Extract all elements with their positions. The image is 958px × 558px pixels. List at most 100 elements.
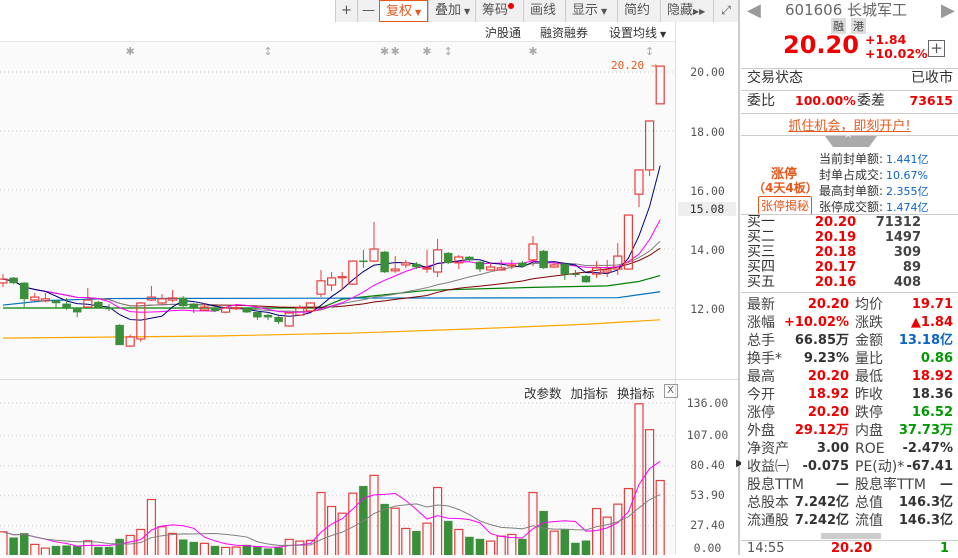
ma-orange-line <box>2 319 661 339</box>
volume-bar <box>613 503 623 555</box>
display-dropdown[interactable]: 显示 ▼ <box>565 0 617 22</box>
price-change-pct: +10.02% <box>865 46 928 61</box>
bid-row[interactable]: 买四 20.17 89 <box>747 260 953 276</box>
hgt-button[interactable]: 沪股通 <box>485 24 521 41</box>
stat-label: 股息TTM <box>747 477 804 493</box>
zoom-in-button[interactable]: + <box>335 0 357 22</box>
kline-svg: ✱ ↕ ✱ ✱ ✱ ↕ ✱ ↕ <box>0 45 675 555</box>
wb-label: 委比 <box>747 93 775 109</box>
stock-code-name: 601606 长城军工 <box>785 1 908 19</box>
prev-stock-icon[interactable]: ◀ <box>747 0 761 21</box>
stat-label: 换手* <box>747 351 782 367</box>
stat-value: 20.20 <box>807 405 849 420</box>
tick-price: 20.20 <box>831 541 873 556</box>
volume-bar <box>231 546 241 555</box>
close-icon[interactable]: X <box>663 384 678 398</box>
divider <box>741 90 958 91</box>
volume-bar <box>644 429 655 555</box>
stat-value: +10.02% <box>783 315 849 330</box>
bid-row[interactable]: 买一 20.20 71312 <box>747 215 953 231</box>
volume-bar <box>549 530 559 555</box>
limit-up-stat: 最高封单额: 2.355亿 <box>819 182 929 199</box>
fullscreen-icon[interactable]: ⤢ <box>713 0 738 22</box>
candle-down <box>189 303 199 309</box>
chips-button[interactable]: 筹码 <box>475 0 523 22</box>
zoom-out-button[interactable]: — <box>357 0 379 22</box>
bid-row[interactable]: 买三 20.18 309 <box>747 245 953 261</box>
stat-row: 今开 18.92 昨收 18.36 <box>747 386 953 404</box>
add-watchlist-icon[interactable]: + <box>928 40 945 57</box>
open-account-link[interactable]: 抓住机会，即刻开户! <box>741 115 958 134</box>
last-price-annotation: 20.20 → <box>611 59 657 72</box>
limit-up-stat-value: 1.441亿 <box>886 153 929 166</box>
stat-label: 涨停 <box>747 405 775 421</box>
stat-label: 总手 <box>747 333 775 349</box>
draw-button[interactable]: 画线 <box>523 0 565 22</box>
stat-label: 昨收 <box>855 387 883 403</box>
overlay-dropdown[interactable]: 叠加 ▼ <box>428 0 475 22</box>
volume-bar <box>295 540 305 555</box>
wc-label: 委差 <box>857 93 885 109</box>
volume-bar <box>210 545 220 555</box>
candle-down <box>571 273 580 276</box>
event-split-icon: ↕ <box>645 45 654 58</box>
quote-panel: ◀ 601606 长城军工 ▶ 融 港 20.20 +1.84 +10.02% … <box>741 0 958 556</box>
candle-up <box>507 264 517 267</box>
bid-volume: 71312 <box>875 215 921 230</box>
hide-button[interactable]: 隐藏▶▶ <box>660 0 713 22</box>
set-ma-dropdown[interactable]: 设置均线 ▼ <box>609 24 666 41</box>
limit-up-secret-button[interactable]: 张停揭秘 <box>758 196 813 215</box>
stat-row: 涨停 20.20 跌停 16.52 <box>747 404 953 422</box>
volume-bar <box>486 540 496 555</box>
bid-row[interactable]: 买二 20.19 1497 <box>747 230 953 246</box>
margin-trading-button[interactable]: 融资融券 <box>540 24 588 41</box>
candle-up <box>348 260 358 285</box>
volume-bar <box>443 520 453 555</box>
simple-button[interactable]: 简约 <box>617 0 660 22</box>
expand-handle[interactable] <box>821 533 881 539</box>
volume-bar <box>454 528 464 555</box>
candle-down <box>62 303 71 308</box>
volume-panel-header: 改参数 加指标 换指标 X <box>524 383 678 402</box>
add-indicator-button[interactable]: 加指标 <box>571 383 609 402</box>
stat-value: 3.00 <box>816 441 849 456</box>
bid-row[interactable]: 买五 20.16 408 <box>747 275 953 291</box>
limit-up-stat-value: 2.355亿 <box>886 185 929 198</box>
panel-divider[interactable] <box>0 379 675 380</box>
chevron-up-icon[interactable]: ^ <box>844 134 852 145</box>
candle-down <box>104 307 114 310</box>
volume-bar <box>623 487 634 555</box>
bid-volume: 1497 <box>884 230 921 245</box>
display-label: 显示 <box>572 3 599 18</box>
bid-price: 20.19 <box>815 230 857 245</box>
stat-row: 收益㈠ -0.075 PE(动)* -67.41 <box>747 458 953 476</box>
event-star-icon: ✱ <box>422 45 431 58</box>
candle-up <box>284 312 294 327</box>
set-ma-label: 设置均线 <box>609 26 658 40</box>
volume-bar <box>94 546 103 555</box>
volume-bar <box>51 545 61 555</box>
stat-row: 净资产 3.00 ROE -2.47% <box>747 440 953 458</box>
candle-down <box>94 301 103 308</box>
volume-bar <box>9 537 18 555</box>
stat-value: -67.41 <box>906 459 953 474</box>
candle-down <box>253 311 262 318</box>
switch-indicator-button[interactable]: 换指标 <box>617 383 655 402</box>
candle-up <box>125 336 135 347</box>
candle-up <box>602 269 612 273</box>
candle-down <box>412 263 421 268</box>
notification-dot-icon <box>508 3 515 9</box>
next-stock-icon[interactable]: ▶ <box>941 0 955 21</box>
panel-splitter[interactable] <box>738 0 740 555</box>
stat-label: 最高 <box>747 369 775 385</box>
last-price-label: 20.20 <box>611 59 645 72</box>
volume-bar <box>528 491 538 555</box>
event-star-icon: ✱ <box>528 45 537 58</box>
stat-label: 外盘 <box>747 423 775 439</box>
edit-params-button[interactable]: 改参数 <box>524 383 562 402</box>
stat-label: 最低 <box>855 369 883 385</box>
tick-time: 14:55 <box>747 541 785 556</box>
volume-bar <box>146 498 156 555</box>
fuquan-dropdown[interactable]: 复权 ▼ <box>379 0 428 22</box>
stat-label: 净资产 <box>747 441 789 457</box>
